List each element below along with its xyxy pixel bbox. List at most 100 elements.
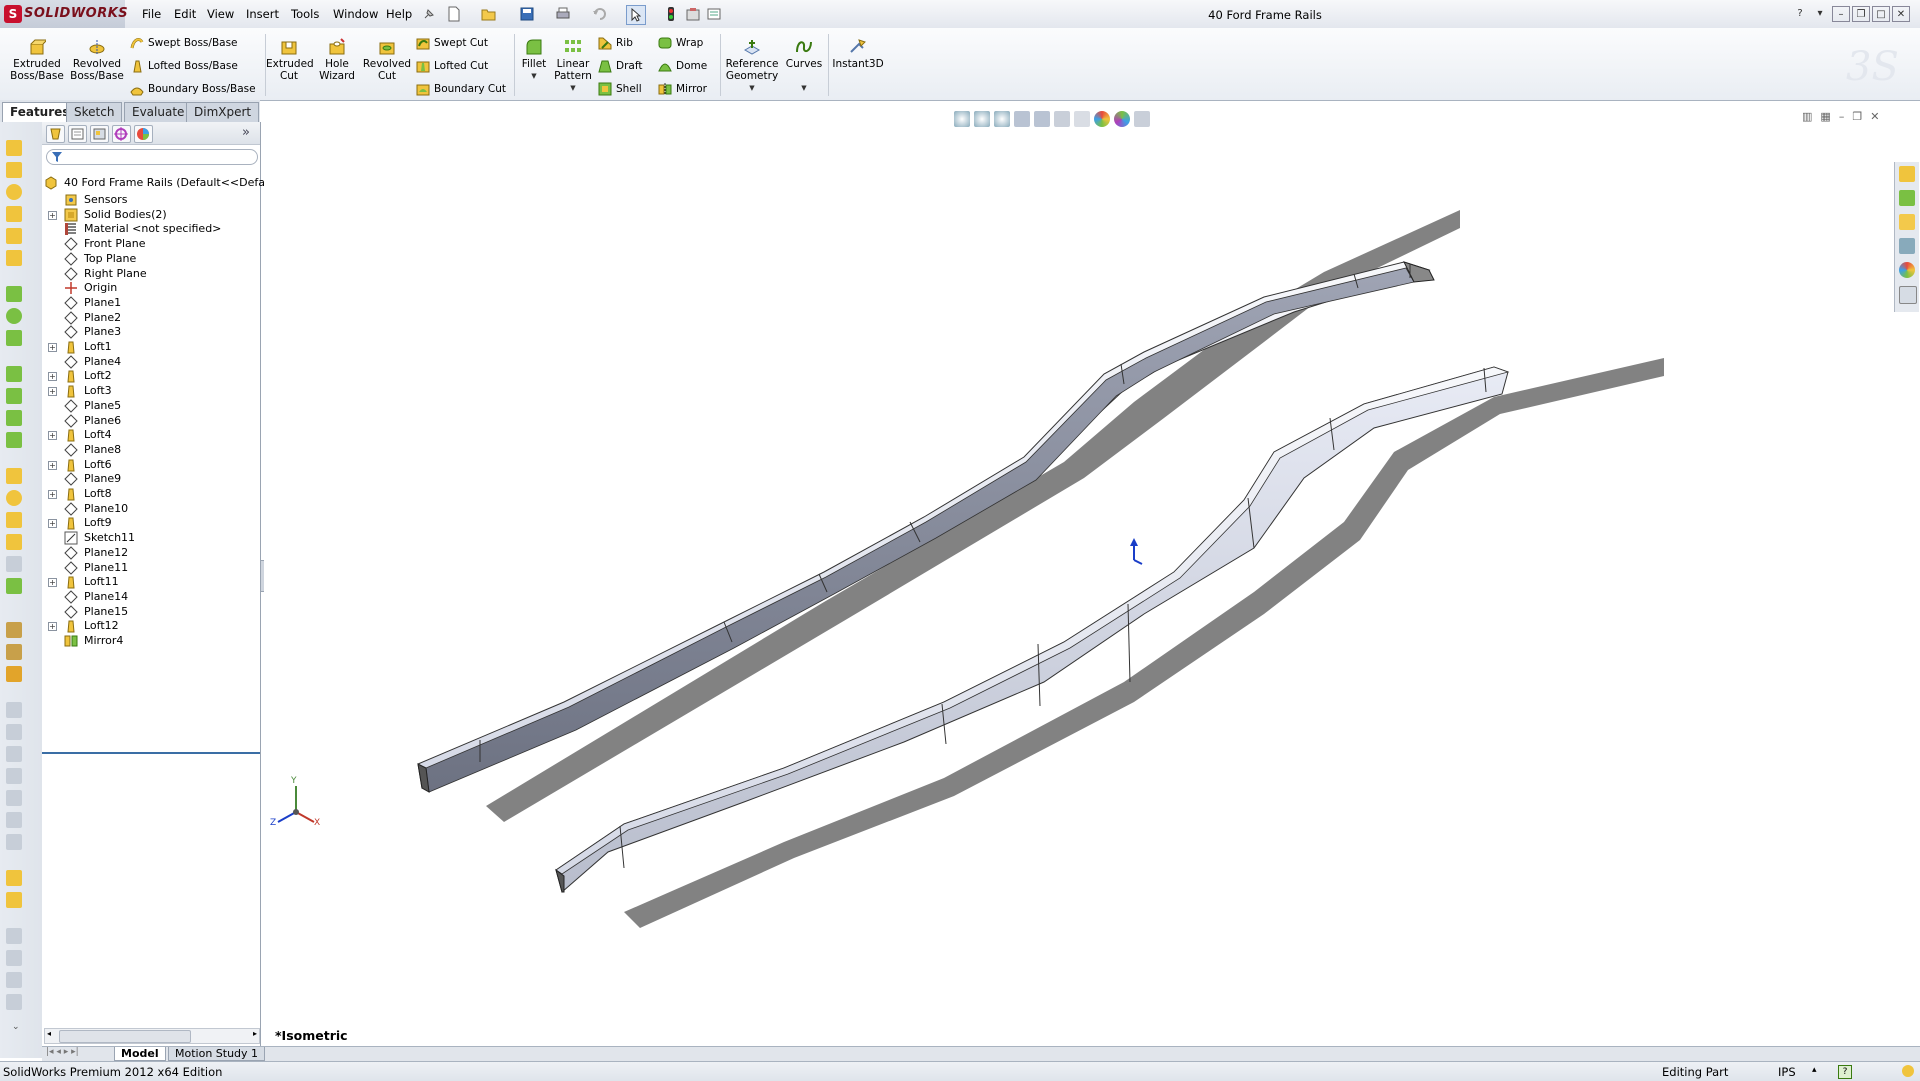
mass-properties-tool-icon[interactable] — [6, 950, 22, 966]
expand-toggle-icon[interactable]: + — [48, 519, 57, 529]
swept-boss-button[interactable]: Swept Boss/Base — [130, 34, 238, 52]
cut-revolve-tool-icon[interactable] — [6, 308, 22, 324]
projected-curve-tool-icon[interactable] — [6, 790, 22, 806]
extruded-boss-button[interactable]: Extruded Boss/Base — [6, 32, 68, 82]
view-orientation-icon[interactable] — [1034, 111, 1050, 127]
view-settings-icon[interactable] — [1134, 111, 1150, 127]
boundary-boss-button[interactable]: Boundary Boss/Base — [130, 80, 256, 98]
appearances-icon[interactable] — [1899, 262, 1915, 278]
zoom-to-fit-icon[interactable] — [954, 111, 970, 127]
minimize-icon[interactable]: – — [1832, 6, 1850, 22]
split-tool-icon[interactable] — [6, 578, 22, 594]
lofted-cut-button[interactable]: Lofted Cut — [416, 57, 488, 75]
tab-model[interactable]: Model — [114, 1047, 166, 1061]
expand-panel-icon[interactable]: » — [242, 125, 250, 140]
help-status-icon[interactable]: ? — [1838, 1065, 1852, 1079]
scroll-left-icon[interactable]: ◂ — [47, 1029, 51, 1038]
maximize-icon[interactable]: □ — [1872, 6, 1890, 22]
viewport-split-icon[interactable]: ▥ — [1802, 110, 1812, 123]
thread-tool-icon[interactable] — [6, 666, 22, 682]
boundary-cut-button[interactable]: Boundary Cut — [416, 80, 506, 98]
expand-toggle-icon[interactable]: + — [48, 210, 57, 220]
expand-toggle-icon[interactable]: + — [48, 372, 57, 382]
expand-toggle-icon[interactable]: + — [48, 343, 57, 352]
expand-toggle-icon[interactable]: + — [48, 387, 57, 397]
measure-tool-icon[interactable] — [6, 928, 22, 944]
help-dropdown-icon[interactable]: ▾ — [1812, 6, 1828, 20]
file-explorer-icon[interactable] — [1899, 214, 1915, 230]
shell-button[interactable]: Shell — [598, 80, 642, 98]
reference-geometry-button[interactable]: Reference Geometry ▼ — [724, 32, 780, 94]
section-view-icon[interactable] — [1014, 111, 1030, 127]
curves-button[interactable]: Curves ▼ — [782, 32, 826, 94]
move-face-tool-icon[interactable] — [6, 892, 22, 908]
helix-tool-icon[interactable] — [6, 724, 22, 740]
curves-dropdown-icon[interactable]: ▼ — [782, 82, 826, 94]
rollback-bar[interactable] — [42, 752, 260, 754]
display-style-icon[interactable] — [1054, 111, 1070, 127]
curve-tool-icon[interactable] — [6, 702, 22, 718]
expand-toggle-icon[interactable]: + — [48, 578, 57, 588]
right-rail-body[interactable] — [555, 366, 1509, 893]
tab-motion-study[interactable]: Motion Study 1 — [168, 1047, 266, 1061]
configuration-manager-tab-icon[interactable] — [90, 125, 109, 143]
hole-tool-icon[interactable] — [6, 622, 22, 638]
swept-cut-button[interactable]: Swept Cut — [416, 34, 488, 52]
scroll-right-icon[interactable]: ▸ — [253, 1029, 257, 1038]
draft-button[interactable]: Draft — [598, 57, 642, 75]
thicken-tool-icon[interactable] — [6, 250, 22, 266]
units-dropdown-icon[interactable]: ▴ — [1812, 1065, 1817, 1075]
graphics-area[interactable]: Y X Z — [264, 102, 1920, 1047]
split-line-tool-icon[interactable] — [6, 746, 22, 762]
linear-pattern-button[interactable]: Linear Pattern ▼ — [552, 32, 594, 94]
extruded-cut-button[interactable]: Extruded Cut — [266, 32, 314, 82]
viewport-tile-icon[interactable]: ▦ — [1820, 110, 1830, 123]
axis-tool-icon[interactable] — [6, 834, 22, 850]
loft-tool-icon[interactable] — [6, 162, 22, 178]
strip-more-icon[interactable]: ⌄ — [12, 1022, 20, 1032]
shape-tool-icon[interactable] — [6, 512, 22, 528]
cut-boundary-tool-icon[interactable] — [6, 388, 22, 404]
view-palette-icon[interactable] — [1899, 238, 1915, 254]
hide-show-items-icon[interactable] — [1074, 111, 1090, 127]
fillet-tool-icon[interactable] — [6, 410, 22, 426]
scrollbar-thumb[interactable] — [59, 1030, 191, 1043]
sweep-tool-icon[interactable] — [6, 206, 22, 222]
revolve-tool-icon[interactable] — [6, 184, 22, 200]
flex-tool-icon[interactable] — [6, 534, 22, 550]
restore-icon[interactable]: ❐ — [1852, 6, 1870, 22]
feature-filter-input[interactable] — [46, 149, 258, 165]
plane-tool-icon[interactable] — [6, 812, 22, 828]
edit-appearance-icon[interactable] — [1094, 111, 1110, 127]
cut-loft-tool-icon[interactable] — [6, 366, 22, 382]
units-selector[interactable]: IPS — [1778, 1065, 1796, 1079]
section-tool-icon[interactable] — [6, 972, 22, 988]
deform-tool-icon[interactable] — [6, 556, 22, 572]
rib-tool-icon[interactable] — [6, 468, 22, 484]
fillet-button[interactable]: Fillet ▼ — [518, 32, 550, 82]
previous-view-icon[interactable] — [994, 111, 1010, 127]
dome-tool-icon[interactable] — [6, 490, 22, 506]
rebuild-status-icon[interactable] — [1902, 1065, 1914, 1077]
reference-dropdown-icon[interactable]: ▼ — [724, 82, 780, 94]
tab-dimxpert[interactable]: DimXpert — [186, 102, 260, 122]
display-manager-tab-icon[interactable] — [134, 125, 153, 143]
apply-scene-icon[interactable] — [1114, 111, 1130, 127]
extrude-tool-icon[interactable] — [6, 140, 22, 156]
tab-sketch[interactable]: Sketch — [66, 102, 123, 122]
custom-properties-icon[interactable] — [1899, 286, 1917, 304]
dome-button[interactable]: Dome — [658, 57, 707, 75]
expand-toggle-icon[interactable]: + — [48, 431, 57, 441]
revolved-boss-button[interactable]: Revolved Boss/Base — [66, 32, 128, 82]
tab-evaluate[interactable]: Evaluate — [124, 102, 193, 122]
feature-tree-scrollbar[interactable]: ◂ ▸ — [44, 1028, 260, 1044]
close-icon[interactable]: ✕ — [1892, 6, 1910, 22]
model-viewport[interactable] — [264, 102, 1920, 1047]
viewport-restore-icon[interactable]: ❐ — [1852, 110, 1862, 123]
instant-tool-icon[interactable] — [6, 870, 22, 886]
property-manager-tab-icon[interactable] — [68, 125, 87, 143]
mirror-button[interactable]: Mirror — [658, 80, 707, 98]
resources-home-icon[interactable] — [1899, 166, 1915, 182]
fillet-dropdown-icon[interactable]: ▼ — [518, 70, 550, 82]
check-tool-icon[interactable] — [6, 994, 22, 1010]
